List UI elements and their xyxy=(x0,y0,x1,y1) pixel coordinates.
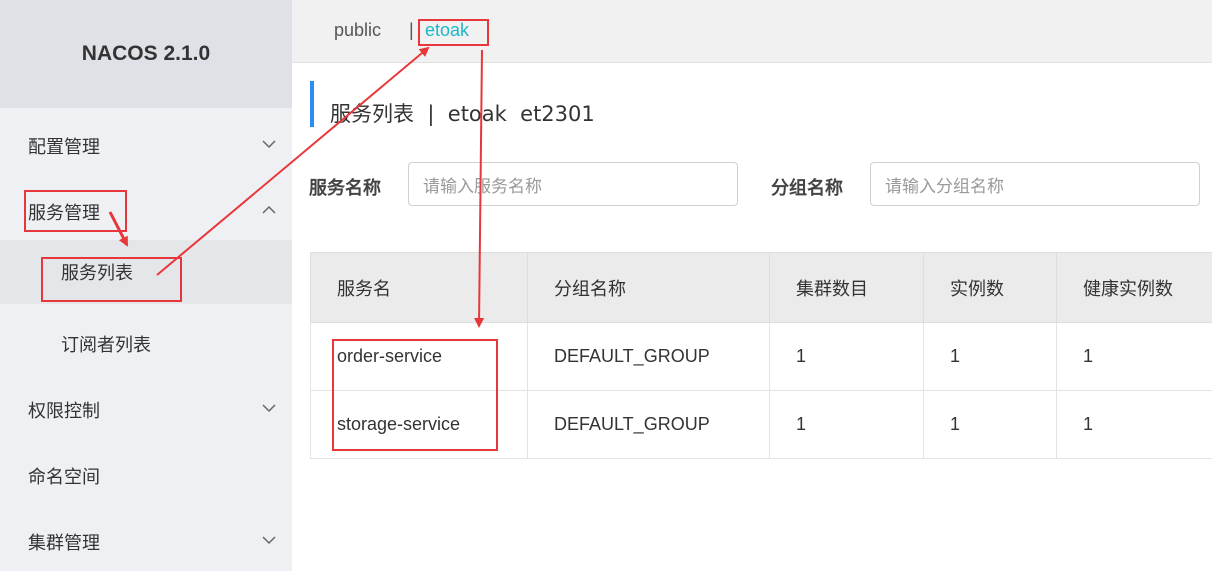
group-name-input[interactable]: 请输入分组名称 xyxy=(870,162,1200,206)
table-header-row: 服务名 分组名称 集群数目 实例数 健康实例数 xyxy=(311,253,1212,323)
instance-count-cell: 1 xyxy=(924,391,1057,459)
chevron-up-icon xyxy=(262,205,276,215)
sidebar-item-cluster-management[interactable]: 集群管理 xyxy=(0,512,292,572)
service-name-label: 服务名称 xyxy=(309,174,381,200)
namespace-public-link[interactable]: public xyxy=(334,20,381,41)
column-header-service-name[interactable]: 服务名 xyxy=(311,253,528,323)
sidebar-item-service-management[interactable]: 服务管理 xyxy=(0,182,292,242)
sidebar-subitem-service-list[interactable]: 服务列表 xyxy=(0,240,292,304)
healthy-instance-count-cell: 1 xyxy=(1057,323,1212,391)
healthy-instance-count-cell: 1 xyxy=(1057,391,1212,459)
column-header-group-name[interactable]: 分组名称 xyxy=(528,253,770,323)
brand-logo: NACOS 2.1.0 xyxy=(0,0,292,108)
column-header-healthy-instance-count[interactable]: 健康实例数 xyxy=(1057,253,1212,323)
table-row[interactable]: storage-service DEFAULT_GROUP 1 1 1 xyxy=(311,391,1212,459)
cluster-count-cell: 1 xyxy=(770,323,924,391)
sidebar-subitem-label: 服务列表 xyxy=(61,259,133,285)
sidebar-item-config-management[interactable]: 配置管理 xyxy=(0,116,292,176)
table-row[interactable]: order-service DEFAULT_GROUP 1 1 1 xyxy=(311,323,1212,391)
instance-count-cell: 1 xyxy=(924,323,1057,391)
column-header-instance-count[interactable]: 实例数 xyxy=(924,253,1057,323)
chevron-down-icon xyxy=(262,139,276,149)
sidebar-item-label: 服务管理 xyxy=(28,199,100,225)
sidebar-subitem-label: 订阅者列表 xyxy=(61,331,151,357)
group-name-cell: DEFAULT_GROUP xyxy=(528,323,770,391)
cluster-count-cell: 1 xyxy=(770,391,924,459)
service-table: 服务名 分组名称 集群数目 实例数 健康实例数 order-service DE… xyxy=(310,252,1212,459)
sidebar-item-label: 集群管理 xyxy=(28,529,100,555)
sidebar-item-label: 权限控制 xyxy=(28,397,100,423)
column-header-cluster-count[interactable]: 集群数目 xyxy=(770,253,924,323)
sidebar-item-permission-control[interactable]: 权限控制 xyxy=(0,380,292,440)
namespace-separator: | xyxy=(409,20,414,41)
sidebar-item-label: 配置管理 xyxy=(28,133,100,159)
service-name-input[interactable]: 请输入服务名称 xyxy=(408,162,738,206)
sidebar-item-namespace[interactable]: 命名空间 xyxy=(0,446,292,506)
sidebar-item-label: 命名空间 xyxy=(28,463,100,489)
sidebar-subitem-subscriber-list[interactable]: 订阅者列表 xyxy=(0,312,292,376)
chevron-down-icon xyxy=(262,535,276,545)
namespace-etoak-link[interactable]: etoak xyxy=(425,20,469,41)
service-name-cell: storage-service xyxy=(311,391,528,459)
group-name-cell: DEFAULT_GROUP xyxy=(528,391,770,459)
page-title: 服务列表 | etoak et2301 xyxy=(330,98,595,128)
group-name-label: 分组名称 xyxy=(771,174,843,200)
chevron-down-icon xyxy=(262,403,276,413)
title-accent-bar xyxy=(310,81,314,127)
service-name-cell: order-service xyxy=(311,323,528,391)
namespace-bar: public | etoak xyxy=(292,0,1212,63)
sidebar: NACOS 2.1.0 配置管理 服务管理 服务列表 订阅者列表 权限控制 命名… xyxy=(0,0,292,571)
